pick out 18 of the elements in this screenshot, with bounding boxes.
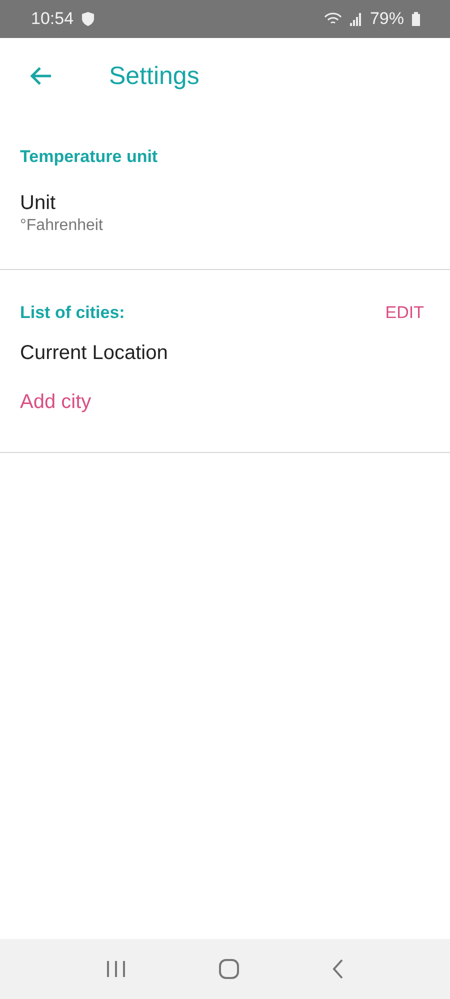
home-icon <box>218 958 240 980</box>
battery-percent: 79% <box>370 9 404 29</box>
add-city-link[interactable]: Add city <box>20 391 430 414</box>
wifi-icon <box>324 12 342 26</box>
edit-button[interactable]: EDIT <box>381 299 428 327</box>
city-item[interactable]: Current Location <box>20 342 430 365</box>
back-chevron-icon <box>332 959 344 979</box>
status-time: 10:54 <box>31 9 74 29</box>
shield-icon <box>82 12 94 26</box>
screen-title: Settings <box>109 62 200 90</box>
section-heading: List of cities: <box>20 303 125 323</box>
back-arrow-icon <box>30 66 52 86</box>
recent-apps-icon <box>106 960 126 978</box>
setting-value: °Fahrenheit <box>20 217 104 235</box>
section-heading: Temperature unit <box>20 147 158 167</box>
signal-icon <box>350 12 362 26</box>
setting-label[interactable]: Unit <box>20 192 430 215</box>
battery-icon <box>412 12 420 26</box>
